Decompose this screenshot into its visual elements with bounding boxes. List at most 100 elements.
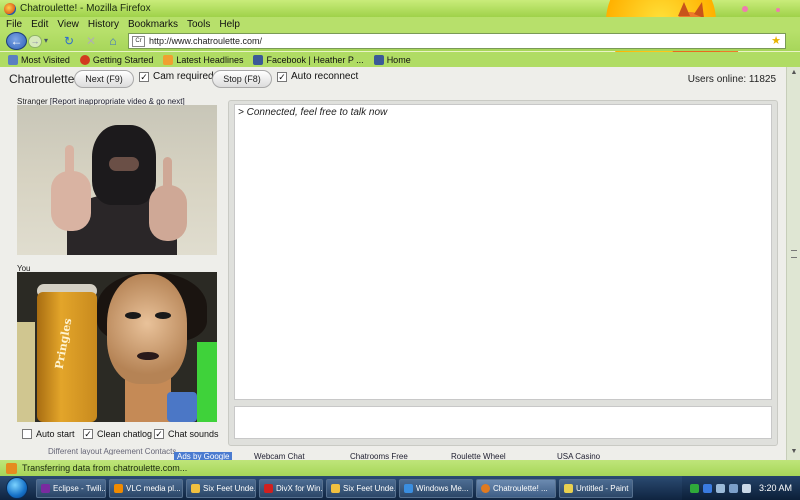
taskbar-item-chatroulette[interactable]: Chatroulette! ... <box>476 478 556 498</box>
chat-input[interactable] <box>234 406 772 439</box>
chat-log: > Connected, feel free to talk now <box>234 104 772 400</box>
option-label: Auto start <box>36 429 75 439</box>
paint-icon <box>564 483 573 493</box>
bookmark-label: Most Visited <box>21 54 70 65</box>
bookmark-most-visited[interactable]: Most Visited <box>8 54 70 65</box>
taskbar-item-label: Chatroulette! ... <box>493 483 548 493</box>
chatroulette-page: Chatroulette Next (F9) ✓ Cam required St… <box>0 67 786 462</box>
forward-button[interactable]: → <box>28 35 42 48</box>
theme-dot-decoration <box>776 8 780 12</box>
users-online-count: Users online: 11825 <box>687 74 776 85</box>
firefox-icon <box>481 483 490 493</box>
menu-bookmarks[interactable]: Bookmarks <box>128 19 178 30</box>
windows-media-icon <box>404 483 413 493</box>
windows-taskbar: Eclipse - Twili... VLC media pl... Six F… <box>0 476 800 500</box>
stop-button[interactable]: Stop (F8) <box>212 70 272 88</box>
window-title: Chatroulette! - Mozilla Firefox <box>20 3 151 14</box>
volume-icon[interactable] <box>741 483 751 493</box>
taskbar-item-six-feet-under-2[interactable]: Six Feet Unde... <box>326 478 396 498</box>
bookmark-firefox-icon <box>79 54 90 65</box>
taskbar-item-divx[interactable]: DivX for Win... <box>259 478 323 498</box>
bookmark-label: Getting Started <box>92 54 154 65</box>
checkbox-box[interactable]: ✓ <box>139 71 149 82</box>
reload-icon[interactable]: ↻ <box>62 34 76 48</box>
taskbar-item-label: Eclipse - Twili... <box>53 483 106 493</box>
folder-icon <box>331 483 340 493</box>
bookmark-label: Latest Headlines <box>176 54 244 65</box>
eclipse-icon <box>41 483 50 493</box>
taskbar-item-windows-media[interactable]: Windows Me... <box>399 478 473 498</box>
checkbox-box[interactable] <box>22 429 32 439</box>
folder-icon <box>191 483 200 493</box>
rss-icon <box>163 54 174 65</box>
menu-view[interactable]: View <box>57 19 79 30</box>
taskbar-item-label: DivX for Win... <box>276 483 323 493</box>
taskbar-item-label: Windows Me... <box>416 483 469 493</box>
option-label: Clean chatlog <box>97 429 153 439</box>
auto-reconnect-checkbox[interactable]: ✓ Auto reconnect <box>277 71 358 82</box>
taskbar-item-six-feet-under-1[interactable]: Six Feet Unde... <box>186 478 256 498</box>
navigation-toolbar: ← → ▾ ↻ ✕ ⌂ Cr http://www.chatroulette.c… <box>0 31 800 51</box>
chat-sounds-option[interactable]: ✓ Chat sounds <box>154 429 219 439</box>
scroll-grip[interactable] <box>791 250 797 258</box>
auto-start-option[interactable]: Auto start <box>22 429 75 439</box>
bookmark-folder-icon <box>8 54 18 65</box>
home-icon[interactable]: ⌂ <box>106 34 120 48</box>
clock[interactable]: 3:20 AM <box>759 483 792 493</box>
site-favicon: Cr <box>132 35 145 47</box>
clean-chatlog-option[interactable]: ✓ Clean chatlog <box>83 429 152 439</box>
next-button[interactable]: Next (F9) <box>74 70 134 88</box>
url-text[interactable]: http://www.chatroulette.com/ <box>149 36 262 46</box>
page-scrollbar[interactable]: ▲ ▼ <box>786 67 800 460</box>
cam-required-checkbox[interactable]: ✓ Cam required <box>139 71 214 82</box>
tray-app-icon[interactable] <box>702 483 712 493</box>
chat-message: > Connected, feel free to talk now <box>238 107 388 118</box>
theme-dot-decoration <box>742 6 748 12</box>
menu-edit[interactable]: Edit <box>31 19 48 30</box>
option-label: Chat sounds <box>168 429 219 439</box>
bookmark-home[interactable]: Home <box>373 54 411 65</box>
back-button[interactable]: ← <box>6 32 27 50</box>
menu-help[interactable]: Help <box>219 19 240 30</box>
self-video: Pringles <box>17 272 217 422</box>
scroll-up-icon[interactable]: ▲ <box>789 69 799 79</box>
checkbox-box[interactable]: ✓ <box>83 429 93 439</box>
tray-app-icon[interactable] <box>715 483 725 493</box>
firefox-icon <box>4 2 16 15</box>
start-button[interactable] <box>6 477 28 499</box>
taskbar-item-eclipse[interactable]: Eclipse - Twili... <box>36 478 106 498</box>
app-header: Chatroulette Next (F9) ✓ Cam required St… <box>0 67 786 92</box>
loading-icon <box>6 462 17 474</box>
taskbar-item-label: VLC media pl... <box>126 483 181 493</box>
taskbar-item-label: Six Feet Unde... <box>343 483 396 493</box>
bookmark-facebook[interactable]: Facebook | Heather P ... <box>253 54 364 65</box>
bookmark-getting-started[interactable]: Getting Started <box>79 54 154 65</box>
tray-app-icon[interactable] <box>689 483 699 493</box>
history-dropdown-icon[interactable]: ▾ <box>44 36 54 46</box>
taskbar-item-vlc[interactable]: VLC media pl... <box>109 478 183 498</box>
bookmark-latest-headlines[interactable]: Latest Headlines <box>163 54 244 65</box>
network-icon[interactable] <box>728 483 738 493</box>
menu-bar: File Edit View History Bookmarks Tools H… <box>0 17 800 31</box>
checkbox-box[interactable]: ✓ <box>154 429 164 439</box>
taskbar-item-label: Untitled - Paint <box>576 483 629 493</box>
stranger-video <box>17 105 217 255</box>
menu-history[interactable]: History <box>88 19 119 30</box>
system-tray: 3:20 AM <box>682 476 800 500</box>
scroll-down-icon[interactable]: ▼ <box>789 448 799 458</box>
checkbox-label: Auto reconnect <box>291 71 359 82</box>
facebook-icon <box>373 54 384 65</box>
checkbox-box[interactable]: ✓ <box>277 71 287 82</box>
bookmark-star-icon[interactable]: ★ <box>771 34 781 47</box>
bookmark-label: Facebook | Heather P ... <box>266 54 364 65</box>
stop-icon[interactable]: ✕ <box>84 34 98 48</box>
menu-file[interactable]: File <box>6 19 22 30</box>
bookmark-label: Home <box>386 54 411 65</box>
brand-title: Chatroulette <box>9 72 75 86</box>
address-bar[interactable]: Cr http://www.chatroulette.com/ ★ <box>128 33 786 49</box>
taskbar-item-paint[interactable]: Untitled - Paint <box>559 478 633 498</box>
facebook-icon <box>253 54 264 65</box>
bookmarks-toolbar: Most Visited Getting Started Latest Head… <box>0 52 800 67</box>
status-bar: Transferring data from chatroulette.com.… <box>0 460 800 476</box>
menu-tools[interactable]: Tools <box>187 19 210 30</box>
